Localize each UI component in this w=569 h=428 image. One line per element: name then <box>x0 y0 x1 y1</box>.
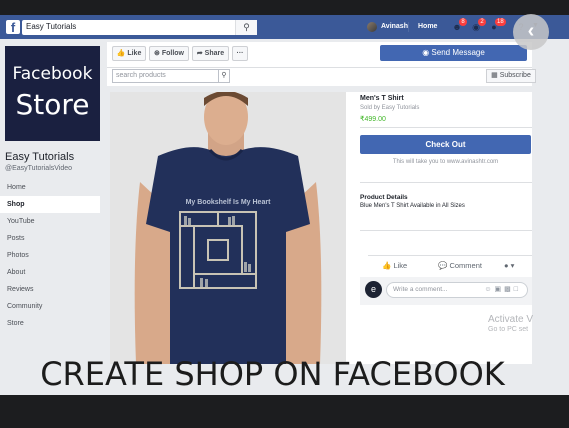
page-action-bar: 👍 Like ⊛ Follow ➦ Share ··· ◉ Send Messa… <box>107 42 532 68</box>
comment-placeholder: Write a comment... <box>393 286 448 293</box>
model-in-tshirt-image <box>110 92 346 364</box>
search-icon[interactable]: ⚲ <box>218 70 229 82</box>
notifications-badge: 18 <box>495 18 506 26</box>
comment-input[interactable]: Write a comment... ☺▣▩□ <box>386 282 528 298</box>
checkout-button[interactable]: Check Out <box>360 135 531 154</box>
facebook-page: f Easy Tutorials ⚲ Avinash Home ☻ 8 ◉ 2 … <box>0 15 569 395</box>
product-seller[interactable]: Sold by Easy Tutorials <box>360 105 419 111</box>
comment-label: Comment <box>449 261 482 270</box>
like-post-label: Like <box>393 261 408 270</box>
messages-badge: 2 <box>478 18 486 26</box>
navbar-divider <box>408 22 409 32</box>
comment-button[interactable]: 💬 Comment <box>438 261 482 270</box>
sidebar-item-community[interactable]: Community <box>0 298 100 315</box>
divider <box>360 182 532 183</box>
profile-logo-line2: Store <box>15 88 90 121</box>
windows-activation-watermark: Activate V <box>488 314 534 325</box>
chevron-down-icon: ▾ <box>510 261 515 270</box>
home-link[interactable]: Home <box>418 23 437 30</box>
sidebar-item-store[interactable]: Store <box>0 315 100 332</box>
share-button[interactable]: ➦ Share <box>192 46 229 61</box>
screenshot-frame: f Easy Tutorials ⚲ Avinash Home ☻ 8 ◉ 2 … <box>0 0 569 428</box>
chevron-left-icon[interactable]: ‹ <box>513 14 549 50</box>
user-avatar[interactable] <box>367 22 377 32</box>
follow-button[interactable]: ⊛ Follow <box>149 46 189 61</box>
shop-search-placeholder: search products <box>116 72 166 79</box>
thumbs-up-icon: 👍 <box>382 261 392 270</box>
share-label: Share <box>204 50 225 57</box>
page-name[interactable]: Easy Tutorials <box>5 151 74 163</box>
user-name-link[interactable]: Avinash <box>381 23 408 30</box>
commenter-avatar: e <box>365 281 382 298</box>
messenger-icon: ◉ <box>422 48 430 57</box>
profile-logo-line1: Facebook <box>12 64 93 84</box>
comment-composer: e Write a comment... ☺▣▩□ <box>360 277 532 305</box>
subscribe-icon: ▦ <box>491 72 498 79</box>
facebook-logo-icon[interactable]: f <box>6 20 20 34</box>
shop-toolbar: search products ⚲ ▦ Subscribe <box>107 68 536 86</box>
product-details-heading: Product Details <box>360 194 408 201</box>
send-message-button[interactable]: ◉ Send Message <box>380 45 527 61</box>
search-value: Easy Tutorials <box>26 22 77 31</box>
windows-activation-subtext: Go to PC set <box>488 326 529 333</box>
like-post-button[interactable]: 👍 Like <box>382 261 407 270</box>
product-title: Men's T Shirt <box>360 95 404 102</box>
tshirt-print-text: My Bookshelf Is My Heart <box>185 199 271 206</box>
like-page-label: Like <box>127 50 142 57</box>
product-photo[interactable]: My Bookshelf Is My Heart <box>110 92 346 364</box>
share-arrow-icon: ➦ <box>196 50 203 57</box>
speech-bubble-icon: 💬 <box>438 261 448 270</box>
sidebar-item-posts[interactable]: Posts <box>0 230 100 247</box>
sidebar-item-home[interactable]: Home <box>0 179 100 196</box>
page-avatar-icon: ● <box>504 261 509 270</box>
sidebar-item-reviews[interactable]: Reviews <box>0 281 100 298</box>
subscribe-button[interactable]: ▦ Subscribe <box>486 69 536 83</box>
subscribe-label: Subscribe <box>499 72 531 79</box>
like-page-button[interactable]: 👍 Like <box>112 46 146 61</box>
send-message-label: Send Message <box>431 48 485 57</box>
comment-tools-icons[interactable]: ☺▣▩□ <box>484 283 521 297</box>
shop-search-input[interactable]: search products ⚲ <box>112 69 230 83</box>
follow-label: Follow <box>161 50 184 57</box>
friend-requests-badge: 8 <box>459 18 467 26</box>
checkout-note: This will take you to www.avinashtr.com <box>392 159 499 165</box>
page-nav: Home Shop YouTube Posts Photos About Rev… <box>0 179 100 332</box>
sidebar-item-about[interactable]: About <box>0 264 100 281</box>
more-options-button[interactable]: ··· <box>232 46 248 61</box>
thumbs-up-icon: 👍 <box>116 50 126 57</box>
rss-icon: ⊛ <box>154 50 160 57</box>
post-as-selector[interactable]: ● ▾ <box>504 261 514 270</box>
page-profile-picture[interactable]: Facebook Store <box>5 46 100 141</box>
video-title-banner: CREATE SHOP ON FACEBOOK <box>40 355 505 393</box>
global-search-input[interactable]: Easy Tutorials ⚲ <box>22 20 257 35</box>
page-handle[interactable]: @EasyTutorialsVideo <box>5 165 72 172</box>
sidebar-item-photos[interactable]: Photos <box>0 247 100 264</box>
sidebar-item-shop[interactable]: Shop <box>0 196 100 213</box>
product-details-text: Blue Men's T Shirt Available in All Size… <box>360 203 465 209</box>
top-navbar: f Easy Tutorials ⚲ Avinash Home ☻ 8 ◉ 2 … <box>0 15 569 39</box>
product-price: ₹499.00 <box>360 116 386 123</box>
reaction-bar: 👍 Like 💬 Comment ● ▾ <box>368 255 532 277</box>
sidebar-item-youtube[interactable]: YouTube <box>0 213 100 230</box>
divider <box>360 127 532 128</box>
divider <box>360 230 532 231</box>
search-icon[interactable]: ⚲ <box>235 20 257 35</box>
